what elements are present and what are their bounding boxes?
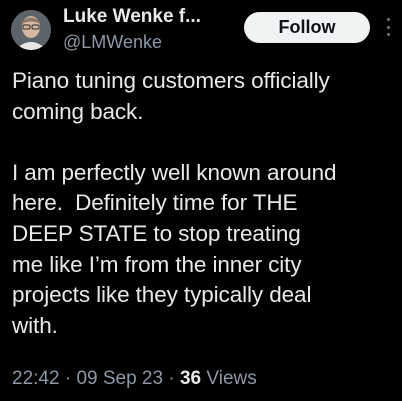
- views-count: 36: [179, 368, 202, 389]
- profile-photo-icon: [11, 10, 51, 50]
- user-handle[interactable]: @LMWenke: [63, 29, 243, 55]
- more-vertical-icon[interactable]: [382, 14, 394, 40]
- views-label: Views: [206, 368, 257, 389]
- tweet-meta: 22:42 · 09 Sep 23 · 36 Views: [12, 367, 257, 391]
- avatar[interactable]: [11, 10, 51, 50]
- tweet-text: Piano tuning customers officially coming…: [12, 68, 337, 338]
- tweet-date[interactable]: 09 Sep 23: [76, 368, 163, 389]
- meta-separator: ·: [168, 368, 175, 389]
- author-info: Luke Wenke f... @LMWenke: [63, 5, 243, 55]
- meta-separator: ·: [64, 368, 72, 389]
- display-name[interactable]: Luke Wenke f...: [63, 5, 243, 29]
- tweet-header: Luke Wenke f... @LMWenke Follow: [0, 0, 402, 64]
- follow-button[interactable]: Follow: [244, 12, 370, 43]
- tweet-time[interactable]: 22:42: [12, 368, 60, 389]
